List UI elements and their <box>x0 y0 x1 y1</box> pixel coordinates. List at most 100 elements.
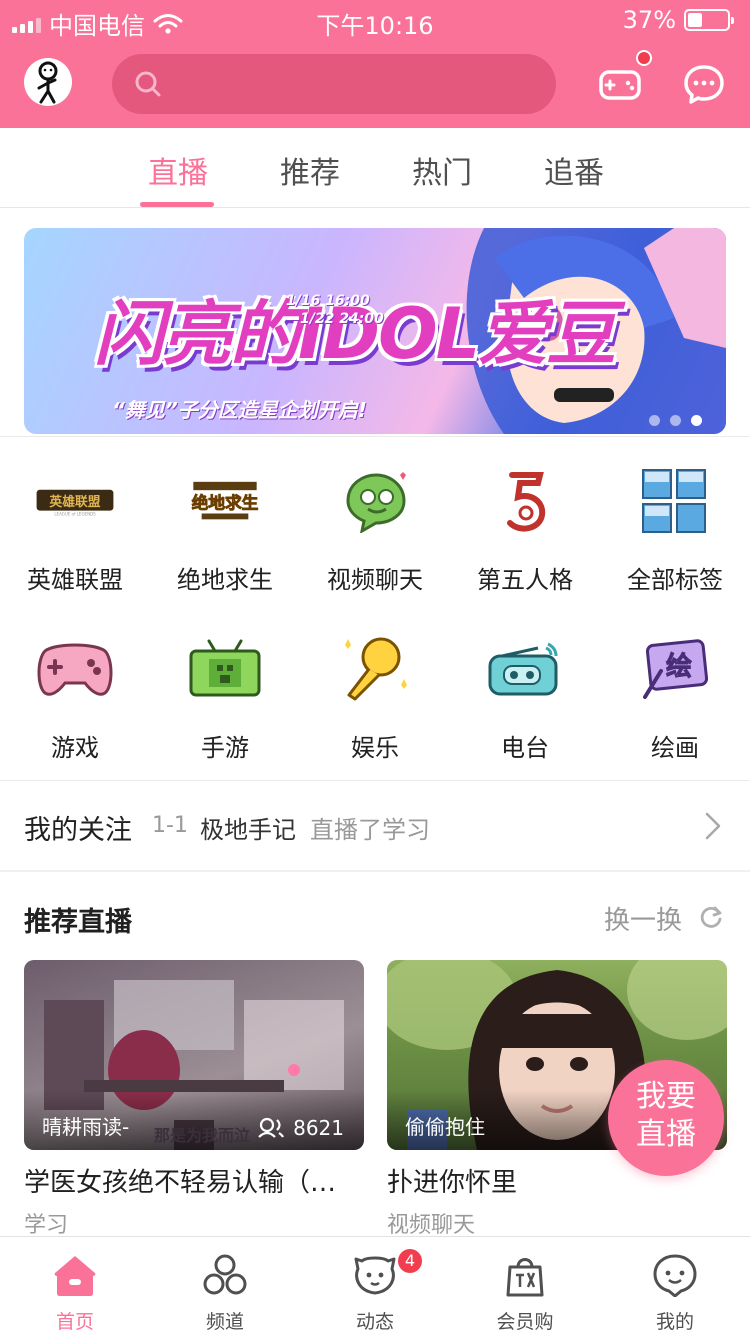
svg-text:绝地求生: 绝地求生 <box>192 493 259 513</box>
nav-moments[interactable]: 动态 <box>300 1251 450 1334</box>
page-dot[interactable] <box>670 415 681 426</box>
top-header <box>0 40 750 128</box>
battery-icon <box>684 9 734 31</box>
search-input[interactable] <box>112 54 556 114</box>
nav-label: 我的 <box>655 1311 694 1333</box>
category-painting[interactable]: 绘 绘画 <box>600 634 750 763</box>
banner-date-start: 1/16 16:00 <box>286 293 370 309</box>
battery-percent: 37% <box>622 6 676 34</box>
svg-text:英雄联盟: 英雄联盟 <box>48 494 100 510</box>
live-category: 视频聊天 <box>387 1213 476 1238</box>
svg-text:LEAGUE of LEGENDS: LEAGUE of LEGENDS <box>54 511 96 516</box>
follow-date: 1-1 <box>152 813 188 838</box>
view-count-value: 8621 <box>293 1116 344 1140</box>
go-live-line1: 我要 <box>636 1079 696 1114</box>
follow-streamer-name: 极地手记 <box>200 816 296 844</box>
streamer-name: 偷偷抱住 <box>405 1115 485 1139</box>
follow-status: 直播了学习 <box>310 816 430 844</box>
promo-banner[interactable]: 闪亮的IDOL爱豆 1/16 16:00 —1/22 24:00 “舞见”子分区… <box>24 228 726 434</box>
tab-bangumi[interactable]: 追番 <box>514 148 634 192</box>
category-label: 电台 <box>501 734 549 762</box>
go-live-button[interactable]: 我要 直播 <box>608 1060 724 1176</box>
category-label: 英雄联盟 <box>27 566 123 594</box>
viewers-icon <box>258 1117 285 1138</box>
radio-icon <box>485 634 565 704</box>
category-label: 第五人格 <box>477 566 573 594</box>
category-games[interactable]: 游戏 <box>0 634 150 763</box>
live-category: 学习 <box>24 1213 69 1238</box>
section-title: 推荐直播 <box>24 907 132 938</box>
banner-date-end: —1/22 24:00 <box>286 311 384 327</box>
stick-figure-icon <box>37 61 58 104</box>
bottom-nav: 首页 频道 动态 4 会员购 我的 <box>0 1236 750 1334</box>
category-pubg[interactable]: 绝地求生 绝地求生 <box>150 466 300 595</box>
category-label: 游戏 <box>51 734 99 762</box>
avatar[interactable] <box>24 58 72 106</box>
gamepad-icon <box>35 634 115 704</box>
overlay-caption: 那是为我而泣 <box>154 1126 251 1145</box>
banner-date: 1/16 16:00 —1/22 24:00 <box>286 292 384 328</box>
microphone-icon <box>335 634 415 704</box>
chevron-right-icon <box>705 812 721 840</box>
lol-logo-icon: 英雄联盟 LEAGUE of LEGENDS <box>35 466 115 536</box>
identity-v-icon <box>485 466 565 536</box>
view-count: 8621 <box>257 1116 344 1140</box>
refresh-button[interactable]: 换一换 <box>604 900 682 937</box>
banner-pagination[interactable] <box>649 415 702 426</box>
my-follow-row[interactable]: 我的关注 1-1 极地手记 直播了学习 <box>0 782 750 870</box>
go-live-line2: 直播 <box>636 1117 696 1152</box>
category-label: 绘画 <box>651 734 699 762</box>
divider <box>0 436 750 437</box>
nav-profile[interactable]: 我的 <box>600 1251 750 1334</box>
channel-icon <box>203 1254 247 1295</box>
category-mobile-games[interactable]: 手游 <box>150 634 300 763</box>
live-card[interactable]: 那是为我而泣 晴耕雨读- 8621 学医女孩绝不轻易认输（… 学习 <box>24 960 364 1239</box>
moments-icon <box>354 1256 396 1295</box>
category-entertainment[interactable]: 娱乐 <box>300 634 450 763</box>
pubg-logo-icon: 绝地求生 <box>185 466 265 536</box>
message-icon[interactable] <box>680 60 728 108</box>
category-radio[interactable]: 电台 <box>450 634 600 763</box>
category-label: 手游 <box>201 734 249 762</box>
tab-live[interactable]: 直播 <box>118 148 238 192</box>
painting-icon: 绘 <box>635 634 715 704</box>
category-label: 娱乐 <box>351 734 399 762</box>
video-chat-icon <box>335 466 415 536</box>
battery-group: 37% <box>622 6 734 34</box>
tab-indicator <box>140 202 214 207</box>
home-icon <box>54 1256 96 1296</box>
category-identity-v[interactable]: 第五人格 <box>450 466 600 595</box>
refresh-icon[interactable] <box>698 904 724 930</box>
live-thumbnail[interactable]: 那是为我而泣 晴耕雨读- 8621 <box>24 960 364 1150</box>
nav-label: 频道 <box>205 1311 244 1333</box>
page-dot-active[interactable] <box>691 415 702 426</box>
search-icon <box>135 71 161 97</box>
banner-subtitle: “舞见”子分区造星企划开启! <box>112 398 367 422</box>
shop-bag-icon <box>506 1258 544 1297</box>
svg-text:绘: 绘 <box>666 651 692 682</box>
nav-label: 会员购 <box>496 1311 554 1333</box>
live-title: 学医女孩绝不轻易认输（… <box>24 1168 337 1198</box>
nav-shop[interactable]: 会员购 <box>450 1251 600 1334</box>
nav-label: 首页 <box>55 1311 94 1333</box>
status-bar: 中国电信 下午10:16 37% <box>0 0 750 40</box>
game-center-icon[interactable] <box>596 60 644 108</box>
follow-title: 我的关注 <box>24 815 132 846</box>
nav-home[interactable]: 首页 <box>0 1251 150 1334</box>
tab-hot[interactable]: 热门 <box>382 148 502 192</box>
category-lol[interactable]: 英雄联盟 LEAGUE of LEGENDS 英雄联盟 <box>0 466 150 595</box>
nav-channel[interactable]: 频道 <box>150 1251 300 1334</box>
section-gap <box>0 870 750 872</box>
tab-bar: 直播 推荐 热门 追番 <box>0 128 750 208</box>
category-video-chat[interactable]: 视频聊天 <box>300 466 450 595</box>
notification-dot <box>636 50 652 66</box>
nav-label: 动态 <box>355 1311 394 1333</box>
category-all-tags[interactable]: 全部标签 <box>600 466 750 595</box>
category-label: 全部标签 <box>627 566 723 594</box>
tab-recommend[interactable]: 推荐 <box>250 148 370 192</box>
page-dot[interactable] <box>649 415 660 426</box>
category-label: 绝地求生 <box>177 566 273 594</box>
mobile-game-icon <box>185 634 265 704</box>
profile-icon <box>653 1254 697 1297</box>
moments-badge: 4 <box>398 1249 422 1273</box>
